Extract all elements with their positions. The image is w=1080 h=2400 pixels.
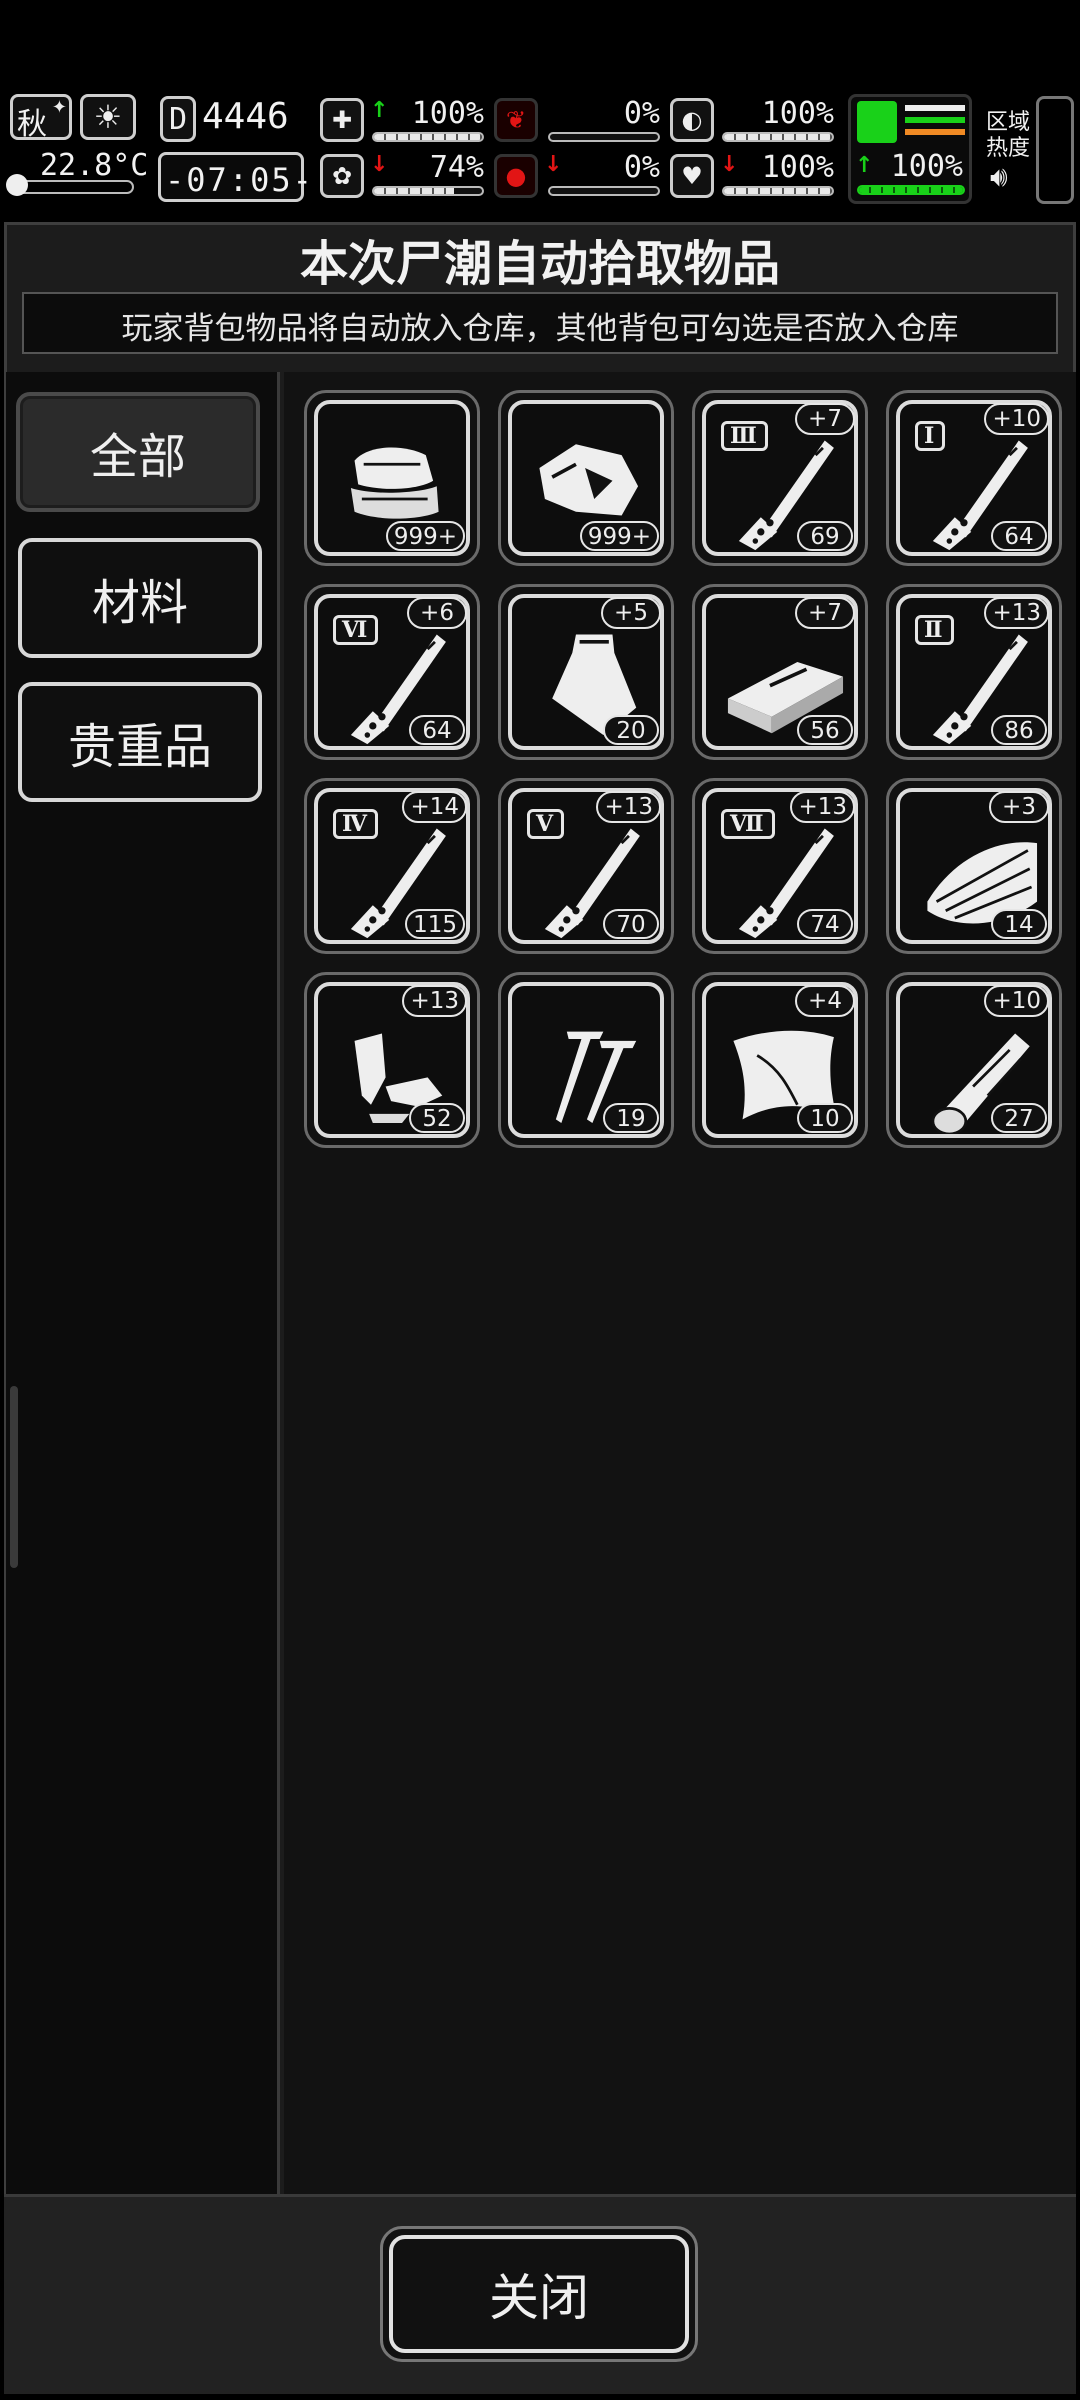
temperature-bar [6, 174, 134, 196]
blood-bar [548, 186, 660, 196]
season-badge: 秋 ✦ [10, 94, 72, 142]
item-bonus-badge: +14 [402, 791, 467, 823]
item-quantity: 20 [603, 715, 659, 745]
season-label: 秋 [17, 107, 47, 142]
dialog-subtitle: 玩家背包物品将自动放入仓库，其他背包可勾选是否放入仓库 [121, 311, 959, 347]
heart-value: 100% [761, 150, 834, 185]
item-slot[interactable]: +7 56 [692, 584, 868, 760]
item-slot[interactable]: Ⅵ +6 64 [304, 584, 480, 760]
item-bonus-badge: +10 [984, 985, 1049, 1017]
close-button-label: 关闭 [389, 2235, 689, 2353]
item-bonus-badge: +13 [596, 791, 661, 823]
health-value: 100% [411, 96, 484, 131]
clock-box: -07:05- [158, 152, 312, 202]
item-bonus-badge: +5 [601, 597, 661, 629]
item-slot[interactable]: 19 [498, 972, 674, 1148]
stamina-panel: ↑ 100% [848, 94, 972, 204]
item-bonus-badge: +13 [790, 791, 855, 823]
pill-icon: ◐ [670, 98, 714, 142]
medkit-icon: ✚ [320, 98, 364, 142]
item-quantity: 74 [797, 909, 853, 939]
brain-icon: ✿ [320, 154, 364, 198]
sanity-bar [372, 186, 484, 196]
item-quantity: 52 [409, 1103, 465, 1133]
item-quantity: 999+ [385, 521, 465, 551]
item-quantity: 10 [797, 1103, 853, 1133]
item-slot[interactable]: +4 10 [692, 972, 868, 1148]
status-hud: 秋 ✦ ☀ 22.8°C D 4446 -07:05- ✚ ↑ 100% ❦ 0… [0, 88, 1080, 210]
tab-valuables[interactable]: 贵重品 [18, 682, 262, 802]
item-slot[interactable]: Ⅶ +13 74 [692, 778, 868, 954]
temperature-readout: 22.8°C [40, 148, 149, 183]
item-quantity: 64 [409, 715, 465, 745]
item-slot[interactable]: Ⅴ +13 70 [498, 778, 674, 954]
heart-icon: ♥ [670, 154, 714, 198]
close-button[interactable]: 关闭 [380, 2226, 698, 2362]
item-slot[interactable]: +10 27 [886, 972, 1062, 1148]
item-slot[interactable]: +3 14 [886, 778, 1062, 954]
item-bonus-badge: +3 [989, 791, 1049, 823]
item-tier-badge: Ⅶ [721, 809, 775, 839]
item-slot[interactable]: +13 52 [304, 972, 480, 1148]
item-quantity: 86 [991, 715, 1047, 745]
item-quantity: 14 [991, 909, 1047, 939]
item-slot[interactable]: 999+ [304, 390, 480, 566]
item-bonus-badge: +13 [984, 597, 1049, 629]
region-heat-meter [1036, 96, 1074, 204]
leaf-icon: ✦ [51, 97, 67, 118]
item-bonus-badge: +7 [795, 403, 855, 435]
tab-materials[interactable]: 材料 [18, 538, 262, 658]
item-slot[interactable]: Ⅲ +7 69 [692, 390, 868, 566]
item-quantity: 69 [797, 521, 853, 551]
stomach-value: 0% [623, 96, 660, 131]
sanity-value: 74% [429, 150, 484, 185]
item-tier-badge: Ⅰ [915, 421, 946, 451]
boot-icon [857, 101, 897, 143]
item-tier-badge: Ⅳ [333, 809, 378, 839]
item-quantity: 70 [603, 909, 659, 939]
item-slot[interactable]: +5 20 [498, 584, 674, 760]
region-heat-label-2: 热度 [986, 136, 1031, 161]
day-counter: 4446 [202, 96, 289, 137]
item-bonus-badge: +6 [407, 597, 467, 629]
item-tier-badge: Ⅴ [527, 809, 565, 839]
stomach-bar [548, 132, 660, 142]
speaker-icon[interactable]: 🔊︎ [990, 160, 1008, 194]
item-bonus-badge: +4 [795, 985, 855, 1017]
pill-bar [722, 132, 834, 142]
item-bonus-badge: +7 [795, 597, 855, 629]
blood-value: 0% [623, 150, 660, 185]
item-bonus-badge: +10 [984, 403, 1049, 435]
sun-icon: ☀ [80, 94, 136, 140]
item-quantity: 115 [405, 909, 465, 939]
tab-all[interactable]: 全部 [16, 392, 260, 512]
item-slot[interactable]: 999+ [498, 390, 674, 566]
item-tier-badge: Ⅲ [721, 421, 768, 451]
item-quantity: 27 [991, 1103, 1047, 1133]
heart-bar [722, 186, 834, 196]
item-quantity: 999+ [579, 521, 659, 551]
item-slot[interactable]: Ⅰ +10 64 [886, 390, 1062, 566]
sidebar-scrollbar[interactable] [10, 1386, 18, 1568]
stomach-icon: ❦ [494, 98, 538, 142]
item-tier-badge: Ⅵ [333, 615, 379, 645]
item-quantity: 64 [991, 521, 1047, 551]
item-quantity: 56 [797, 715, 853, 745]
pill-value: 100% [761, 96, 834, 131]
item-tier-badge: Ⅱ [915, 615, 954, 645]
health-bar [372, 132, 484, 142]
item-quantity: 19 [603, 1103, 659, 1133]
stamina-bar [857, 185, 965, 195]
item-slot[interactable]: Ⅳ +14 115 [304, 778, 480, 954]
stamina-value: 100% [890, 149, 963, 184]
dialog-title: 本次尸潮自动拾取物品 [299, 236, 780, 292]
blood-drop-icon: ● [494, 154, 538, 198]
item-bonus-badge: +13 [402, 985, 467, 1017]
item-slot[interactable]: Ⅱ +13 86 [886, 584, 1062, 760]
clock-time: -07:05- [165, 161, 314, 199]
day-icon: D [160, 96, 196, 142]
